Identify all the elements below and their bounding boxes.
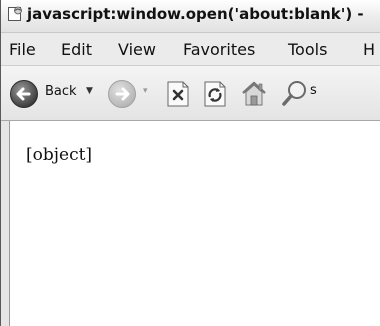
search-label-fragment[interactable]: s — [310, 83, 317, 98]
menu-edit[interactable]: Edit — [61, 40, 92, 59]
toolbar: Back ▼ ▾ s — [1, 66, 380, 121]
back-dropdown-icon[interactable]: ▼ — [86, 86, 93, 96]
back-icon[interactable] — [9, 79, 39, 109]
menu-bar: File Edit View Favorites Tools H — [1, 33, 380, 66]
forward-icon[interactable] — [107, 79, 137, 109]
menu-view[interactable]: View — [118, 40, 156, 59]
page-icon — [8, 6, 22, 21]
window-title: javascript:window.open('about:blank') - — [27, 5, 364, 23]
page-text: [object] — [26, 145, 93, 165]
forward-dropdown-icon[interactable]: ▾ — [143, 86, 148, 96]
menu-favorites[interactable]: Favorites — [183, 40, 255, 59]
page-content: [object] — [9, 121, 380, 326]
back-button-label[interactable]: Back — [45, 84, 77, 99]
home-icon[interactable] — [239, 78, 269, 108]
menu-tools[interactable]: Tools — [288, 40, 327, 59]
refresh-icon[interactable] — [202, 80, 228, 108]
search-icon[interactable] — [281, 79, 309, 109]
stop-icon[interactable] — [165, 80, 191, 108]
title-bar: javascript:window.open('about:blank') - — [1, 0, 380, 33]
menu-file[interactable]: File — [9, 40, 36, 59]
browser-window: javascript:window.open('about:blank') - … — [0, 0, 380, 326]
menu-help[interactable]: H — [363, 40, 375, 59]
